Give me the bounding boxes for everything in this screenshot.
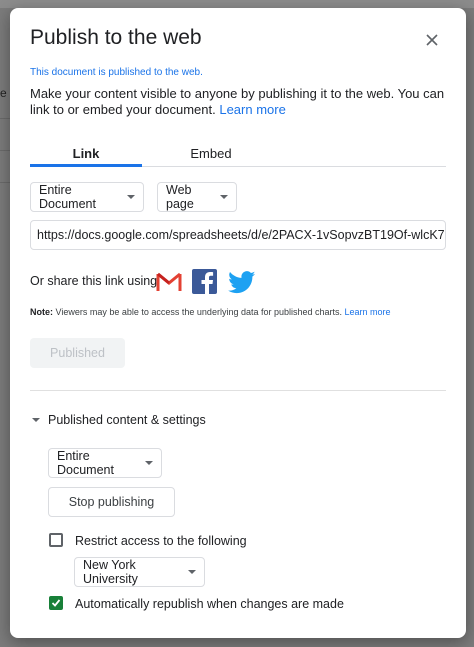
note-learn-more-link[interactable]: Learn more [345, 307, 391, 317]
scope-select-value: Entire Document [39, 183, 96, 211]
facebook-icon[interactable] [192, 269, 217, 294]
background-text-fragment: e [0, 86, 7, 100]
dialog-description: Make your content visible to anyone by p… [30, 86, 446, 118]
background-divider [0, 182, 10, 183]
learn-more-link[interactable]: Learn more [219, 102, 285, 117]
section-title: Published content & settings [48, 413, 206, 427]
chevron-down-icon [220, 195, 228, 199]
format-select-value: Web page [166, 183, 194, 211]
dialog-title: Publish to the web [30, 26, 202, 49]
tab-bar: Link Embed [30, 144, 446, 167]
chevron-down-icon [188, 570, 196, 574]
format-select[interactable]: Web page [157, 182, 237, 212]
stop-publishing-button[interactable]: Stop publishing [48, 487, 175, 517]
published-scope-value: Entire Document [57, 449, 114, 477]
tab-link[interactable]: Link [30, 146, 142, 161]
published-settings-toggle[interactable]: Published content & settings [32, 413, 206, 427]
close-button[interactable] [422, 30, 442, 50]
tab-embed[interactable]: Embed [155, 146, 267, 161]
published-button[interactable]: Published [30, 338, 125, 368]
publish-dialog: Publish to the web This document is publ… [10, 8, 466, 638]
restrict-access-checkbox[interactable] [49, 533, 63, 547]
background-app-strip [0, 0, 474, 8]
background-divider [0, 118, 10, 119]
expand-caret-icon [32, 418, 40, 422]
organization-select-value: New York University [83, 558, 138, 586]
section-divider [30, 390, 446, 391]
close-icon [426, 34, 438, 46]
twitter-icon[interactable] [228, 271, 256, 294]
scope-select[interactable]: Entire Document [30, 182, 144, 212]
restrict-access-label: Restrict access to the following [75, 534, 247, 548]
background-divider [0, 150, 10, 151]
organization-select[interactable]: New York University [74, 557, 205, 587]
auto-republish-checkbox[interactable] [49, 596, 63, 610]
chevron-down-icon [127, 195, 135, 199]
active-tab-indicator [30, 164, 142, 167]
published-url-field[interactable]: https://docs.google.com/spreadsheets/d/e… [30, 220, 446, 250]
publish-status: This document is published to the web. [30, 67, 203, 78]
charts-note: Note: Viewers may be able to access the … [30, 307, 391, 317]
chevron-down-icon [145, 461, 153, 465]
note-text: Viewers may be able to access the underl… [55, 307, 343, 317]
share-label: Or share this link using: [30, 274, 161, 288]
gmail-icon[interactable] [156, 272, 182, 292]
auto-republish-label: Automatically republish when changes are… [75, 597, 344, 611]
checkmark-icon [51, 599, 61, 607]
published-scope-select[interactable]: Entire Document [48, 448, 162, 478]
note-prefix: Note: [30, 307, 53, 317]
